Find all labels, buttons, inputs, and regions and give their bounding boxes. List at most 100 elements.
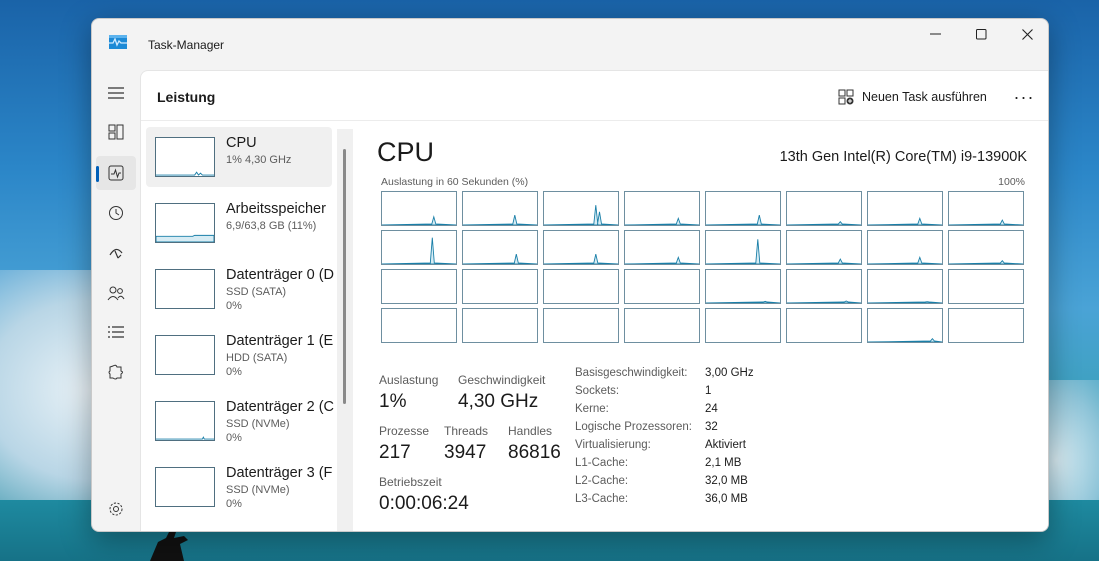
resource-item[interactable]: Datenträger 4 ( — [146, 523, 332, 531]
logical-processor-graphs[interactable] — [381, 191, 1025, 343]
nav-item-app-history[interactable] — [96, 196, 136, 230]
resource-thumbnail-graph — [155, 137, 215, 177]
resource-thumbnail-graph — [155, 335, 215, 375]
logical-processor-graph — [786, 308, 862, 343]
logical-processor-graph — [948, 269, 1024, 304]
logical-processor-graph — [543, 308, 619, 343]
spec-label: L3-Cache: — [575, 493, 629, 505]
spec-value: Aktiviert — [705, 439, 746, 451]
active-indicator — [96, 166, 99, 182]
logical-processor-graph — [867, 230, 943, 265]
logical-processor-graph — [462, 308, 538, 343]
nav-item-settings[interactable] — [96, 492, 136, 526]
resource-name: CPU — [226, 135, 257, 151]
logical-processor-graph — [624, 269, 700, 304]
resource-name: Datenträger 1 (E — [226, 333, 334, 349]
services-icon — [108, 364, 123, 380]
title-bar[interactable]: Task-Manager — [92, 19, 1048, 69]
resource-thumbnail-graph — [155, 269, 215, 309]
details-icon — [108, 326, 124, 338]
graph-caption: Auslastung in 60 Sekunden (%) — [381, 176, 529, 188]
page-title: Leistung — [157, 89, 216, 105]
logical-processor-graph — [705, 191, 781, 226]
minimize-button[interactable] — [912, 19, 958, 49]
nav-item-details[interactable] — [96, 315, 136, 349]
spec-label: L2-Cache: — [575, 475, 629, 487]
more-options-button[interactable]: ··· — [1009, 85, 1039, 109]
resource-name: Datenträger 2 (C — [226, 399, 334, 415]
resource-detail: 1% 4,30 GHz — [226, 154, 292, 166]
uptime-value: 0:00:06:24 — [379, 493, 469, 514]
speed-value: 4,30 GHz — [458, 391, 539, 412]
resource-name: Datenträger 0 (D — [226, 267, 334, 283]
logical-processor-graph — [867, 269, 943, 304]
main-content: Leistung Neuen Task ausführen ··· CPU 1% … — [140, 70, 1048, 531]
nav-item-services[interactable] — [96, 355, 136, 389]
logical-processor-graph — [948, 191, 1024, 226]
resource-item[interactable]: Datenträger 2 (C SSD (NVMe) 0% — [146, 391, 334, 451]
resource-detail: 6,9/63,8 GB (11%) — [226, 220, 317, 232]
maximize-icon — [975, 28, 986, 39]
maximize-button[interactable] — [958, 19, 1004, 49]
resource-item[interactable]: Datenträger 0 (D SSD (SATA) 0% — [146, 259, 334, 319]
processes-value: 217 — [379, 442, 411, 463]
logical-processor-graph — [867, 308, 943, 343]
logical-processor-graph — [624, 230, 700, 265]
logical-processor-graph — [705, 269, 781, 304]
resource-item[interactable]: Datenträger 3 (F SSD (NVMe) 0% — [146, 457, 332, 517]
logical-processor-graph — [462, 191, 538, 226]
cpu-detail-panel: CPU 13th Gen Intel(R) Core(TM) i9-13900K… — [353, 123, 1048, 531]
nav-item-startup[interactable] — [96, 236, 136, 270]
logical-processor-graph — [543, 191, 619, 226]
logical-processor-graph — [786, 230, 862, 265]
resource-usage: 0% — [226, 366, 242, 378]
scrollbar-thumb[interactable] — [343, 149, 346, 404]
task-manager-app-icon — [109, 35, 127, 49]
close-button[interactable] — [1004, 19, 1048, 49]
processes-icon — [108, 124, 124, 140]
logical-processor-graph — [705, 308, 781, 343]
resource-item[interactable]: CPU 1% 4,30 GHz — [146, 127, 332, 187]
utilization-value: 1% — [379, 391, 407, 412]
handles-label: Handles — [508, 424, 553, 438]
handles-value: 86816 — [508, 442, 561, 463]
history-icon — [109, 206, 123, 220]
cpu-heading: CPU — [377, 137, 435, 167]
graph-max-label: 100% — [998, 176, 1025, 188]
new-task-icon — [838, 89, 854, 105]
spec-label: Logische Prozessoren: — [575, 421, 692, 433]
cpu-model: 13th Gen Intel(R) Core(TM) i9-13900K — [779, 149, 1027, 165]
nav-item-users[interactable] — [96, 276, 136, 310]
utilization-label: Auslastung — [379, 373, 439, 387]
resource-item[interactable]: Datenträger 1 (E HDD (SATA) 0% — [146, 325, 333, 385]
speed-label: Geschwindigkeit — [458, 373, 546, 387]
spec-label: Kerne: — [575, 403, 609, 415]
spec-value: 32,0 MB — [705, 475, 748, 487]
logical-processor-graph — [624, 191, 700, 226]
logical-processor-graph — [948, 308, 1024, 343]
resource-item[interactable]: Arbeitsspeicher 6,9/63,8 GB (11%) — [146, 193, 332, 253]
resource-name: Datenträger 3 (F — [226, 465, 333, 481]
resource-detail: SSD (NVMe) — [226, 484, 290, 496]
logical-processor-graph — [624, 308, 700, 343]
nav-item-processes[interactable] — [96, 115, 136, 149]
spec-value: 2,1 MB — [705, 457, 742, 469]
logical-processor-graph — [948, 230, 1024, 265]
sidebar-nav — [92, 69, 140, 531]
resource-thumbnail-graph — [155, 467, 215, 507]
resource-name: Arbeitsspeicher — [226, 201, 326, 217]
logical-processor-graph — [462, 230, 538, 265]
hamburger-icon — [108, 87, 124, 99]
spec-label: L1-Cache: — [575, 457, 629, 469]
nav-item-performance[interactable] — [96, 156, 136, 190]
nav-menu-button[interactable] — [96, 76, 136, 110]
logical-processor-graph — [786, 191, 862, 226]
resource-list-scrollbar[interactable] — [337, 129, 353, 531]
threads-label: Threads — [444, 424, 489, 438]
spec-value: 1 — [705, 385, 712, 397]
run-new-task-button[interactable]: Neuen Task ausführen — [838, 85, 987, 109]
resource-name: Datenträger 4 ( — [226, 531, 336, 532]
spec-value: 3,00 GHz — [705, 367, 754, 379]
resource-usage: 0% — [226, 300, 242, 312]
performance-icon — [108, 165, 124, 181]
